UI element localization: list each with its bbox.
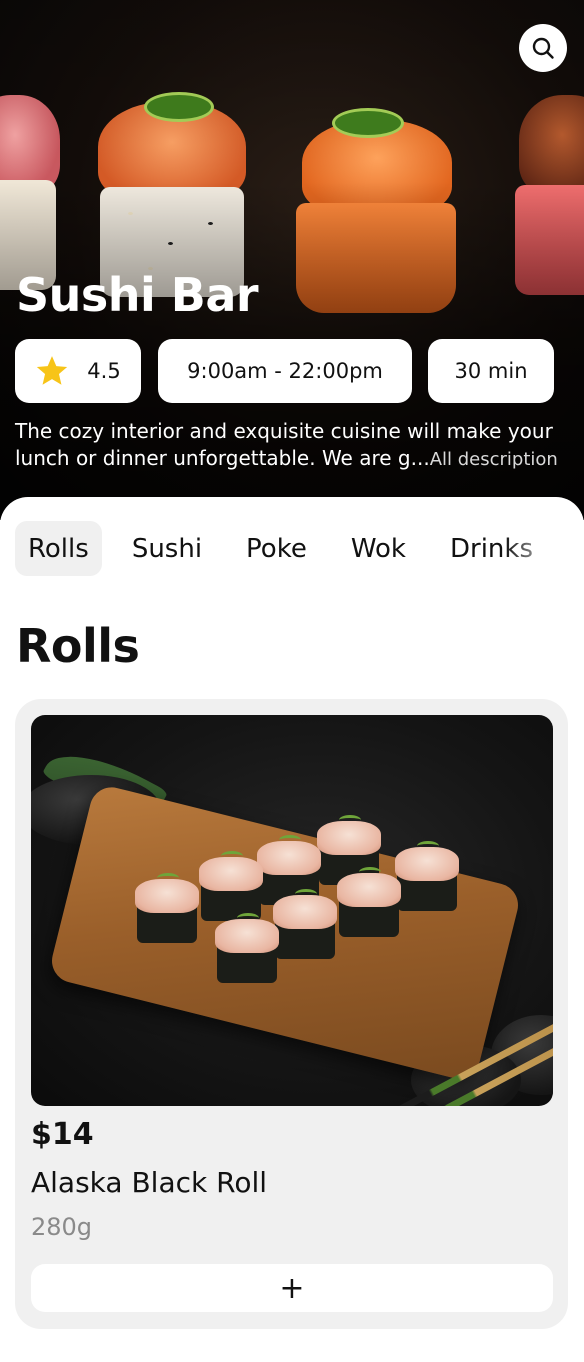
delivery-time-value: 30 min (454, 359, 528, 383)
rating-value: 4.5 (87, 359, 121, 383)
tabs-fade-overlay (504, 521, 584, 576)
roll-piece (215, 913, 279, 985)
tab-poke[interactable]: Poke (233, 521, 320, 576)
rating-chip: 4.5 (15, 339, 141, 403)
tab-wok[interactable]: Wok (338, 521, 419, 576)
venue-description: The cozy interior and exquisite cuisine … (15, 418, 575, 473)
hours-value: 9:00am - 22:00pm (187, 359, 383, 383)
category-tabs: Rolls Sushi Poke Wok Drinks (15, 521, 584, 576)
product-price: $14 (31, 1117, 94, 1152)
product-name: Alaska Black Roll (31, 1166, 268, 1199)
all-description-link[interactable]: All description (430, 449, 558, 470)
section-title: Rolls (16, 619, 140, 673)
search-button[interactable] (519, 24, 567, 72)
hours-chip: 9:00am - 22:00pm (158, 339, 412, 403)
venue-title: Sushi Bar (16, 268, 259, 322)
hero-banner: Sushi Bar 4.5 9:00am - 22:00pm 30 min Th… (0, 0, 584, 520)
roll-piece (135, 873, 199, 945)
delivery-time-chip: 30 min (428, 339, 554, 403)
roll-piece (273, 889, 337, 961)
product-card[interactable]: $14 Alaska Black Roll 280g + (15, 699, 568, 1329)
add-to-cart-button[interactable]: + (31, 1264, 553, 1312)
product-weight: 280g (31, 1213, 93, 1241)
tab-sushi[interactable]: Sushi (119, 521, 215, 576)
roll-piece (337, 867, 401, 939)
plus-icon: + (279, 1270, 305, 1306)
roll-piece (395, 841, 459, 913)
menu-sheet: Rolls Sushi Poke Wok Drinks Rolls $14 Al… (0, 497, 584, 1362)
star-icon (35, 355, 69, 387)
product-image (31, 715, 553, 1106)
search-icon (532, 37, 554, 59)
tab-rolls[interactable]: Rolls (15, 521, 102, 576)
